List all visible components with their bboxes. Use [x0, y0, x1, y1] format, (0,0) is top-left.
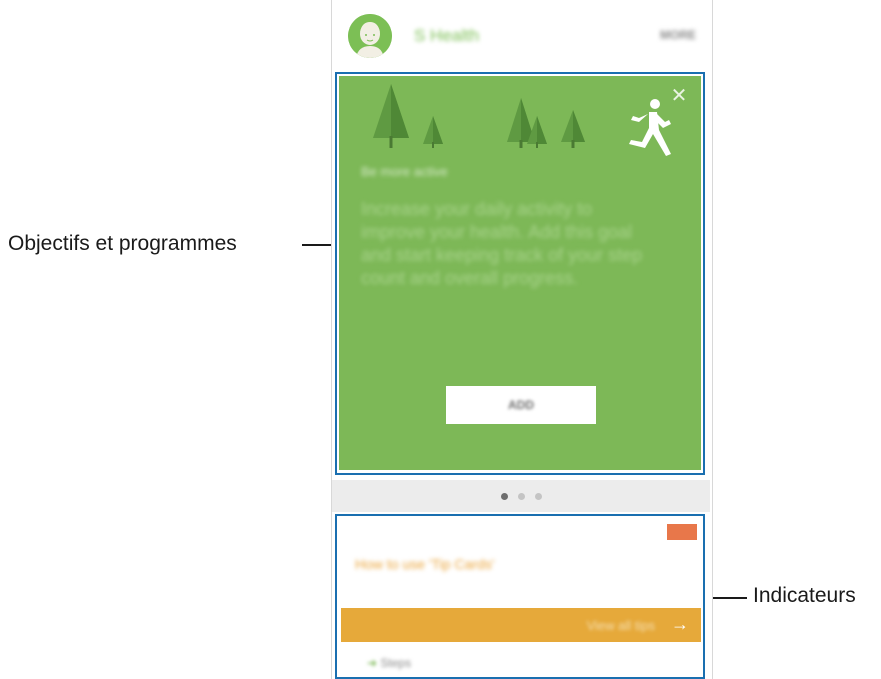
profile-avatar[interactable]	[348, 14, 392, 58]
tree-icon	[423, 116, 443, 148]
page-dot[interactable]	[535, 493, 542, 500]
goal-description: Increase your daily activity to improve …	[361, 199, 643, 288]
app-header: S Health MORE	[332, 8, 712, 64]
close-card-icon[interactable]: ✕	[669, 86, 689, 106]
tip-title: How to use 'Tip Cards'	[355, 556, 495, 572]
callout-goals-label: Objectifs et programmes	[8, 232, 237, 255]
tree-icon	[561, 110, 585, 148]
tip-card[interactable]: How to use 'Tip Cards' View all tips → ➜…	[339, 518, 701, 676]
view-all-tips-button[interactable]: View all tips →	[341, 608, 701, 642]
runner-icon	[629, 99, 671, 156]
new-badge	[667, 524, 697, 540]
page-dot-active[interactable]	[501, 493, 508, 500]
steps-row: ➜ Steps	[367, 656, 411, 670]
tree-icon	[373, 84, 409, 148]
add-goal-button-label: ADD	[508, 398, 534, 412]
add-goal-button[interactable]: ADD	[446, 386, 596, 424]
steps-icon: ➜	[367, 656, 378, 670]
page-indicator-bar	[332, 480, 710, 512]
callout-indicators-label: Indicateurs	[753, 584, 856, 607]
arrow-right-icon: →	[671, 614, 689, 634]
page-dot[interactable]	[518, 493, 525, 500]
more-button[interactable]: MORE	[660, 28, 696, 42]
view-all-tips-label: View all tips	[586, 618, 655, 633]
goal-subtitle: Be more active	[361, 164, 448, 179]
goal-card[interactable]: ✕ Be more active Increase your daily act…	[339, 76, 701, 470]
app-title: S Health	[414, 26, 480, 45]
person-face-icon	[348, 14, 392, 58]
steps-label: Steps	[380, 656, 412, 670]
